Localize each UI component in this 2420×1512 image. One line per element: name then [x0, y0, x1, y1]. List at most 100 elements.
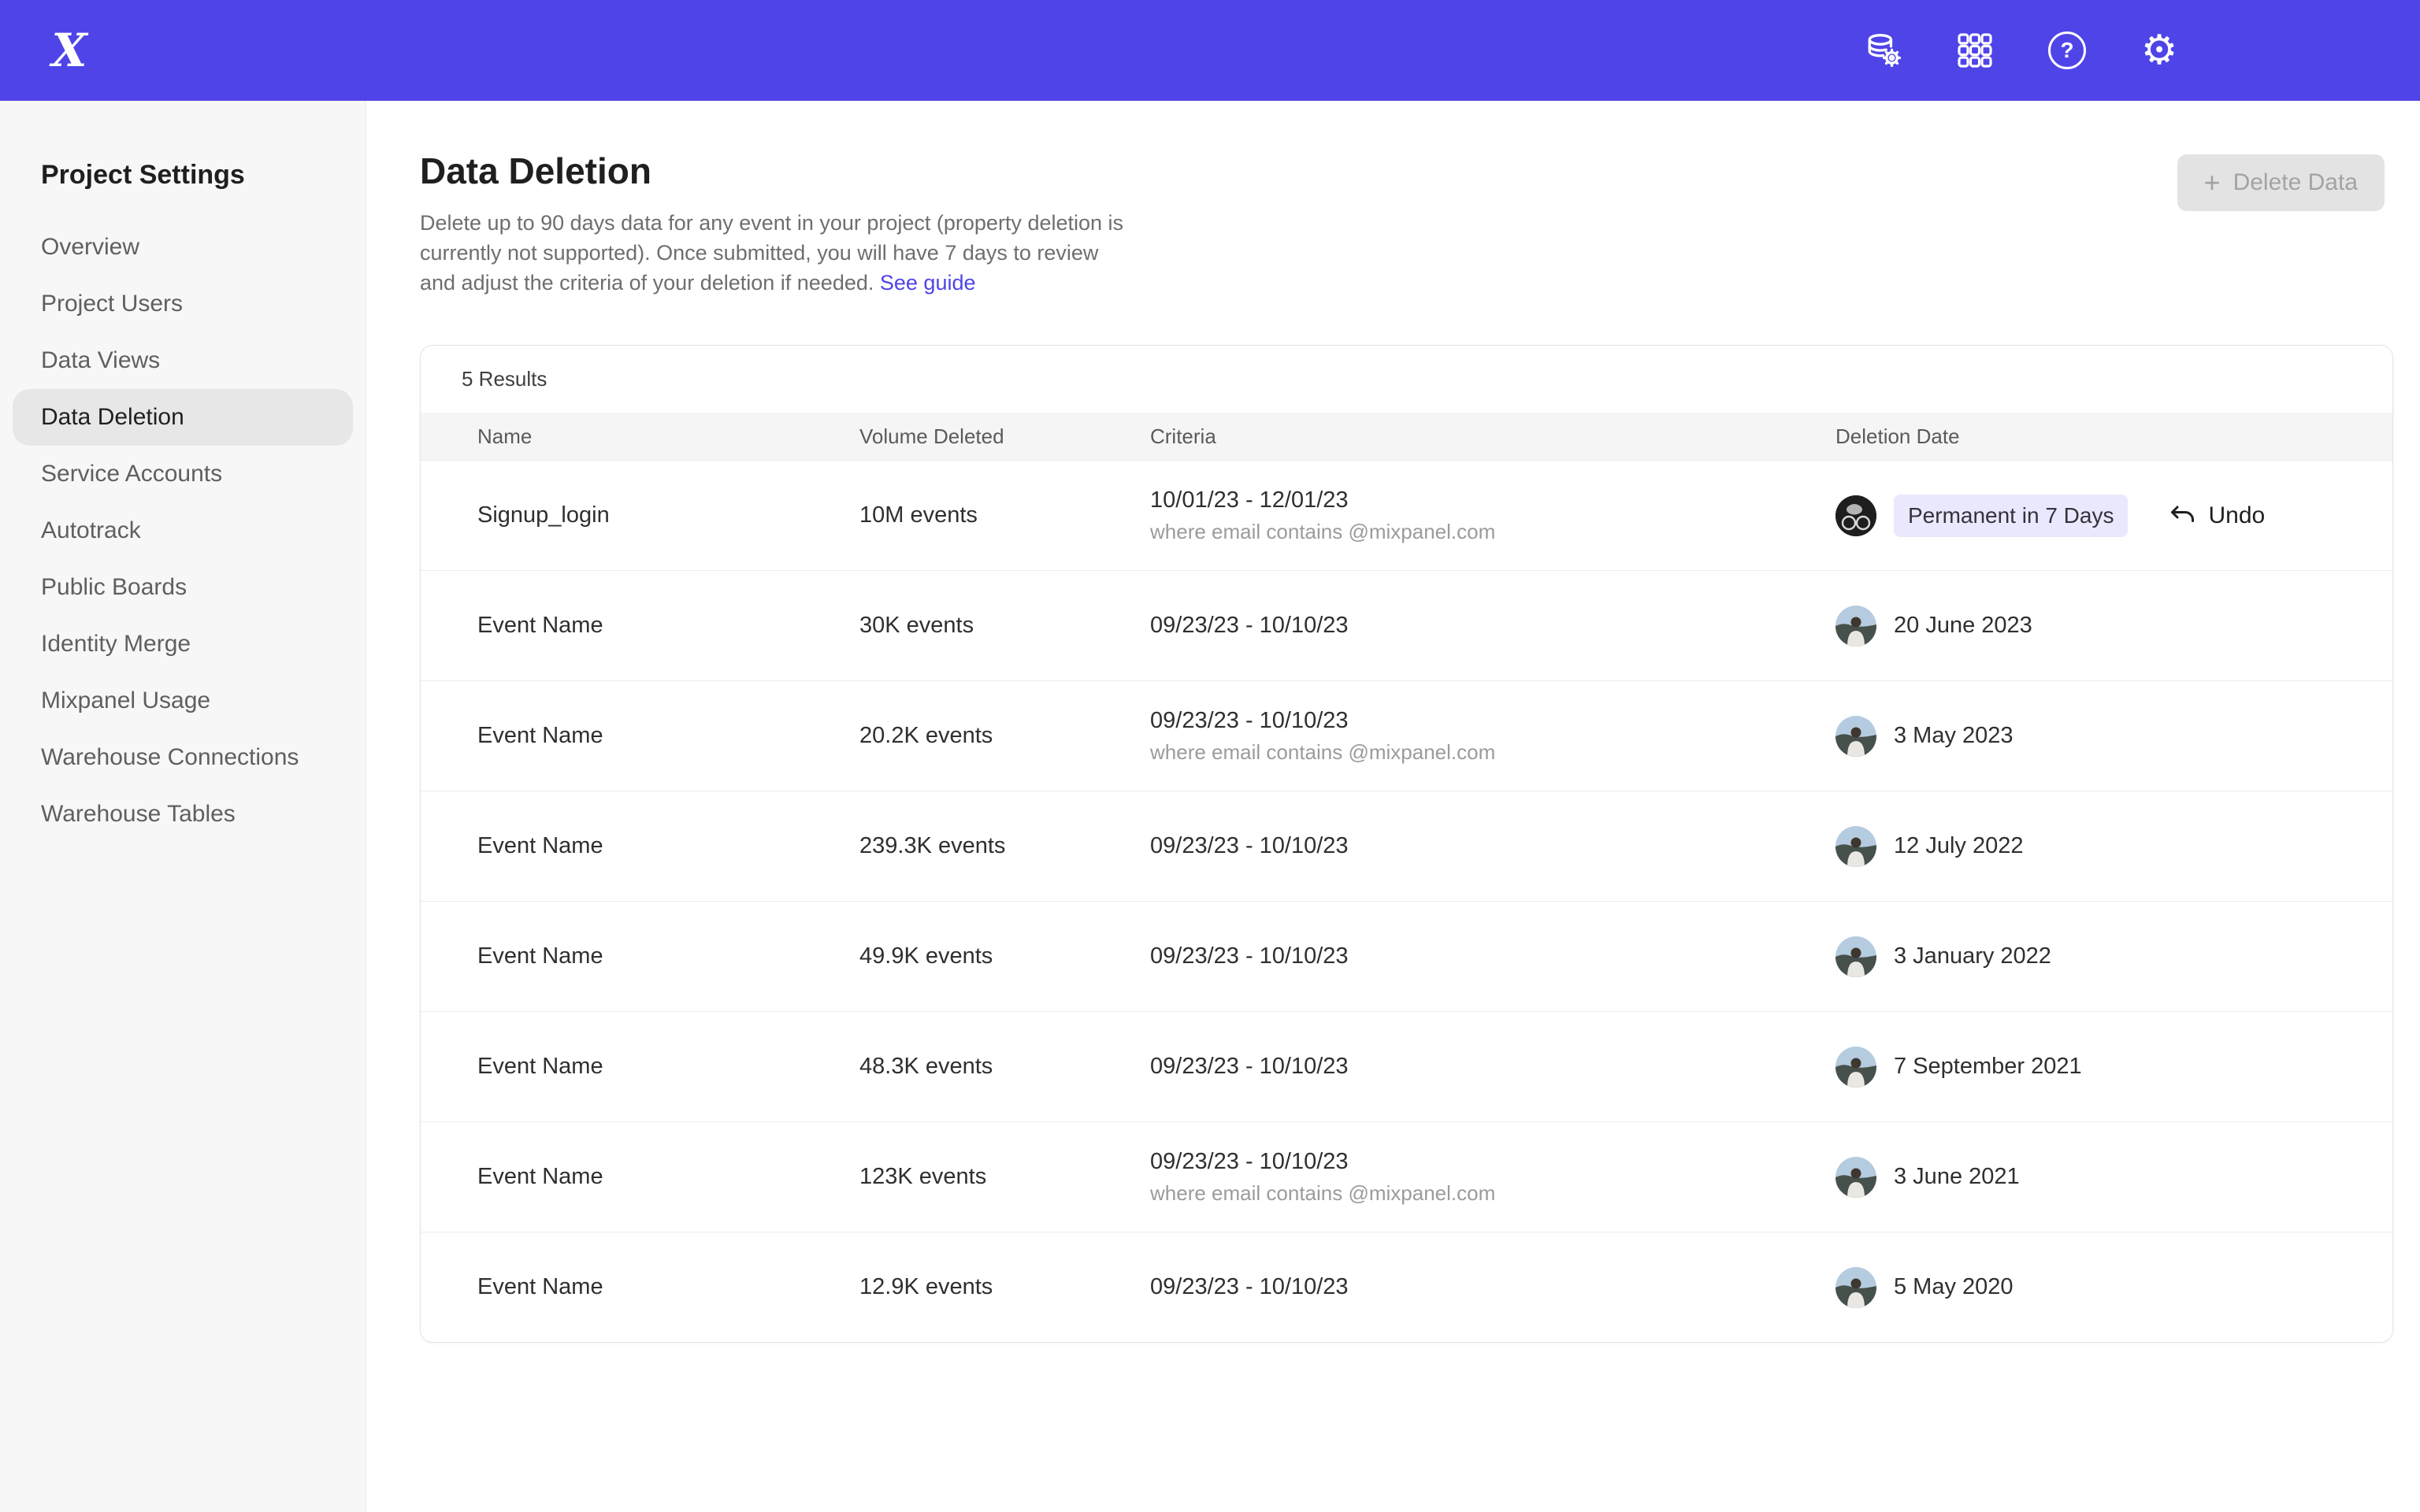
event-name: Signup_login — [477, 502, 859, 528]
sidebar-item-warehouse-tables[interactable]: Warehouse Tables — [13, 786, 353, 843]
column-header-name: Name — [477, 424, 859, 449]
deletion-date-cell: 7 September 2021 — [1835, 1047, 2392, 1088]
deletion-date: 20 June 2023 — [1894, 613, 2032, 639]
sidebar-item-data-views[interactable]: Data Views — [13, 332, 353, 389]
page-description-text: Delete up to 90 days data for any event … — [420, 211, 1123, 295]
volume-deleted: 10M events — [859, 502, 1150, 528]
topbar-icon-group: ? ⚙ — [1858, 26, 2184, 75]
project-settings-sidebar: Project Settings Overview Project Users … — [0, 101, 366, 1512]
event-name: Event Name — [477, 613, 859, 639]
table-row: Event Name 49.9K events 09/23/23 - 10/10… — [421, 901, 2392, 1011]
delete-data-button[interactable]: + Delete Data — [2177, 154, 2385, 211]
event-name: Event Name — [477, 833, 859, 859]
avatar — [1835, 1157, 1876, 1198]
deletion-date: 7 September 2021 — [1894, 1054, 2082, 1080]
criteria-cell: 09/23/23 - 10/10/23 — [1150, 943, 1835, 969]
sidebar-item-service-accounts[interactable]: Service Accounts — [13, 446, 353, 502]
criteria-cell: 09/23/23 - 10/10/23 where email contains… — [1150, 708, 1835, 765]
page-description: Delete up to 90 days data for any event … — [420, 208, 1133, 298]
deletion-date-cell: 20 June 2023 — [1835, 606, 2392, 647]
table-header-row: Name Volume Deleted Criteria Deletion Da… — [421, 413, 2392, 460]
column-header-volume-deleted: Volume Deleted — [859, 424, 1150, 449]
criteria-where-clause: where email contains @mixpanel.com — [1150, 520, 1835, 544]
sidebar-item-project-users[interactable]: Project Users — [13, 276, 353, 332]
deletion-date: 12 July 2022 — [1894, 833, 2023, 859]
criteria-date-range: 09/23/23 - 10/10/23 — [1150, 708, 1835, 734]
sidebar-title: Project Settings — [13, 160, 353, 191]
table-row: Event Name 12.9K events 09/23/23 - 10/10… — [421, 1232, 2392, 1342]
table-row: Event Name 123K events 09/23/23 - 10/10/… — [421, 1121, 2392, 1232]
deletion-date-cell: 5 May 2020 — [1835, 1267, 2392, 1308]
criteria-date-range: 09/23/23 - 10/10/23 — [1150, 1274, 1835, 1300]
deletion-requests-card: 5 Results Name Volume Deleted Criteria D… — [420, 345, 2393, 1343]
criteria-cell: 09/23/23 - 10/10/23 — [1150, 613, 1835, 639]
table-row: Event Name 48.3K events 09/23/23 - 10/10… — [421, 1011, 2392, 1121]
sidebar-item-data-deletion[interactable]: Data Deletion — [13, 389, 353, 446]
deletion-date-cell: 3 May 2023 — [1835, 716, 2392, 757]
criteria-date-range: 10/01/23 - 12/01/23 — [1150, 487, 1835, 513]
help-icon[interactable]: ? — [2043, 26, 2092, 75]
criteria-cell: 09/23/23 - 10/10/23 where email contains… — [1150, 1149, 1835, 1206]
deletion-date: 5 May 2020 — [1894, 1274, 2014, 1300]
criteria-date-range: 09/23/23 - 10/10/23 — [1150, 1149, 1835, 1175]
app-grid-icon[interactable] — [1950, 26, 1999, 75]
deletion-date-cell: Permanent in 7 Days Undo — [1835, 495, 2392, 537]
avatar — [1835, 1267, 1876, 1308]
event-name: Event Name — [477, 1054, 859, 1080]
event-name: Event Name — [477, 1164, 859, 1190]
criteria-cell: 09/23/23 - 10/10/23 — [1150, 833, 1835, 859]
deletion-date: 3 June 2021 — [1894, 1164, 2020, 1190]
criteria-cell: 09/23/23 - 10/10/23 — [1150, 1054, 1835, 1080]
mixpanel-logo-icon[interactable]: X — [46, 27, 93, 74]
deletion-date-cell: 3 January 2022 — [1835, 936, 2392, 977]
undo-button[interactable]: Undo — [2169, 502, 2265, 530]
volume-deleted: 20.2K events — [859, 723, 1150, 749]
avatar — [1835, 1047, 1876, 1088]
sidebar-item-autotrack[interactable]: Autotrack — [13, 502, 353, 559]
settings-gear-icon[interactable]: ⚙ — [2135, 26, 2184, 75]
table-row: Event Name 30K events 09/23/23 - 10/10/2… — [421, 570, 2392, 680]
criteria-where-clause: where email contains @mixpanel.com — [1150, 740, 1835, 765]
volume-deleted: 48.3K events — [859, 1054, 1150, 1080]
deletion-date: 3 May 2023 — [1894, 723, 2014, 749]
volume-deleted: 123K events — [859, 1164, 1150, 1190]
event-name: Event Name — [477, 943, 859, 969]
table-row: Signup_login 10M events 10/01/23 - 12/01… — [421, 460, 2392, 570]
criteria-date-range: 09/23/23 - 10/10/23 — [1150, 1054, 1835, 1080]
event-name: Event Name — [477, 723, 859, 749]
avatar — [1835, 495, 1876, 536]
sidebar-item-public-boards[interactable]: Public Boards — [13, 559, 353, 616]
volume-deleted: 12.9K events — [859, 1274, 1150, 1300]
delete-data-button-label: Delete Data — [2233, 169, 2358, 196]
avatar — [1835, 716, 1876, 757]
sidebar-item-warehouse-connections[interactable]: Warehouse Connections — [13, 729, 353, 786]
undo-label: Undo — [2208, 502, 2265, 529]
sidebar-item-overview[interactable]: Overview — [13, 219, 353, 276]
volume-deleted: 30K events — [859, 613, 1150, 639]
plus-icon: + — [2204, 169, 2221, 197]
page-title: Data Deletion — [420, 150, 2393, 192]
sidebar-item-mixpanel-usage[interactable]: Mixpanel Usage — [13, 673, 353, 729]
table-row: Event Name 20.2K events 09/23/23 - 10/10… — [421, 680, 2392, 791]
event-name: Event Name — [477, 1274, 859, 1300]
avatar — [1835, 936, 1876, 977]
data-management-icon[interactable] — [1858, 26, 1907, 75]
deletion-date-cell: 3 June 2021 — [1835, 1157, 2392, 1198]
criteria-where-clause: where email contains @mixpanel.com — [1150, 1181, 1835, 1206]
results-count: 5 Results — [421, 346, 2392, 413]
volume-deleted: 49.9K events — [859, 943, 1150, 969]
avatar — [1835, 826, 1876, 867]
criteria-cell: 09/23/23 - 10/10/23 — [1150, 1274, 1835, 1300]
criteria-cell: 10/01/23 - 12/01/23 where email contains… — [1150, 487, 1835, 544]
deletion-date: 3 January 2022 — [1894, 943, 2051, 969]
undo-arrow-icon — [2169, 502, 2197, 530]
table-row: Event Name 239.3K events 09/23/23 - 10/1… — [421, 791, 2392, 901]
criteria-date-range: 09/23/23 - 10/10/23 — [1150, 613, 1835, 639]
top-navigation-bar: X ? ⚙ — [0, 0, 2420, 101]
status-badge: Permanent in 7 Days — [1894, 495, 2128, 537]
sidebar-item-identity-merge[interactable]: Identity Merge — [13, 616, 353, 673]
column-header-deletion-date: Deletion Date — [1835, 424, 2392, 449]
column-header-criteria: Criteria — [1150, 424, 1835, 449]
see-guide-link[interactable]: See guide — [880, 271, 976, 295]
main-content: Data Deletion Delete up to 90 days data … — [366, 101, 2420, 1512]
